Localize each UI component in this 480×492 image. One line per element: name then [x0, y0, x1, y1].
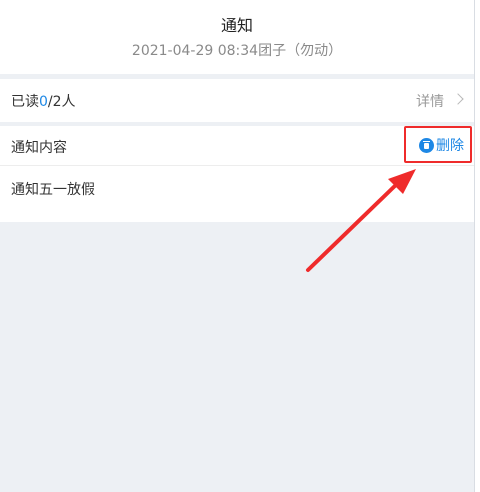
notice-detail-page: 通知 2021-04-29 08:34团子（勿动） 已读0/2人 详情 通知内容…	[0, 0, 474, 492]
read-total: /2人	[47, 94, 76, 110]
content-header: 通知内容 删除	[0, 126, 474, 166]
chevron-right-icon	[452, 93, 464, 105]
content-label: 通知内容	[11, 140, 67, 156]
content-card: 通知内容 删除 通知五一放假	[0, 126, 474, 222]
read-prefix: 已读	[11, 94, 39, 110]
delete-label: 删除	[436, 138, 464, 154]
notice-header: 通知 2021-04-29 08:34团子（勿动）	[0, 0, 474, 74]
read-status-label: 已读0/2人	[11, 91, 76, 111]
read-status-row[interactable]: 已读0/2人 详情	[0, 79, 474, 122]
detail-link[interactable]: 详情	[416, 91, 444, 111]
delete-highlight-box: 删除	[404, 126, 472, 163]
trash-icon	[419, 137, 434, 153]
page-title: 通知	[220, 16, 253, 35]
right-edge-panel	[474, 0, 480, 492]
read-count: 0	[39, 94, 48, 110]
delete-button[interactable]: 删除	[419, 136, 464, 154]
notice-body: 通知五一放假	[11, 182, 95, 198]
notice-meta: 2021-04-29 08:34团子（勿动）	[131, 43, 343, 59]
